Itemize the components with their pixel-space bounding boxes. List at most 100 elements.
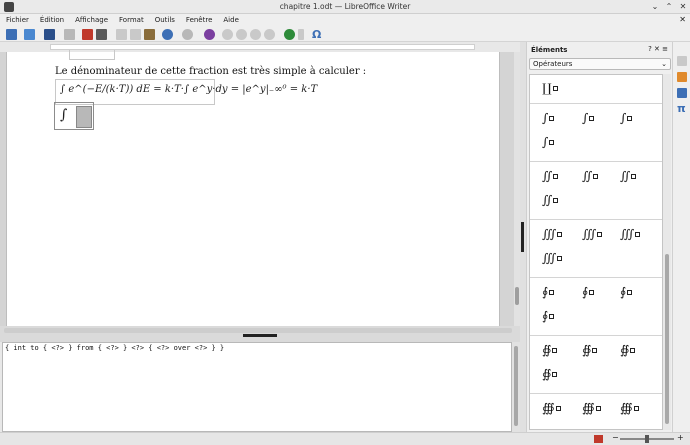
document-scroll-thumb[interactable]	[515, 287, 519, 305]
sidebar-deck: π	[672, 42, 690, 432]
email-icon[interactable]	[64, 29, 75, 40]
elements-sidebar: Éléments ? ✕ ≡ Opérateurs ⌄ ∐ ∫ ∫ ∫ ∫ ∬ ∬ ∬ ∬ ∭ ∭ ∭…	[526, 42, 672, 432]
standard-toolbar: Ω	[0, 27, 690, 42]
new-icon[interactable]	[6, 29, 17, 40]
close-window-icon[interactable]: ✕	[678, 2, 688, 12]
elements-deck-icon[interactable]: π	[677, 103, 687, 114]
double-integral-lower-icon[interactable]: ∬	[620, 169, 637, 183]
zoom-fit-icon[interactable]	[264, 29, 275, 40]
previous-formula-fragment[interactable]	[69, 50, 115, 60]
placeholder-box-icon	[557, 232, 563, 237]
maximize-icon[interactable]: ⌃	[664, 2, 674, 12]
integral-icon[interactable]: ∫	[542, 111, 555, 125]
styles-deck-icon[interactable]	[677, 72, 687, 82]
undo-icon[interactable]	[162, 29, 173, 40]
double-integral-icon[interactable]: ∬	[542, 169, 559, 183]
elements-list[interactable]: ∐ ∫ ∫ ∫ ∫ ∬ ∬ ∬ ∬ ∭ ∭ ∭ ∭ ∮ ∮ ∮ ∮ ∯ ∯ ∯ ∯ ∰ ∰ ∰	[529, 74, 663, 430]
refresh-icon[interactable]	[284, 29, 295, 40]
zoom-100-icon[interactable]	[250, 29, 261, 40]
document-horizontal-scrollbar[interactable]	[4, 328, 512, 333]
menu-format[interactable]: Format	[113, 14, 149, 24]
contour-integral-lower-icon[interactable]: ∮	[620, 285, 633, 299]
active-formula-object[interactable]: ∫	[54, 102, 94, 130]
copy-icon[interactable]	[130, 29, 141, 40]
zoom-slider-knob[interactable]	[645, 435, 649, 443]
help-icon[interactable]	[204, 29, 215, 40]
elements-section-divider	[530, 161, 662, 162]
contour-integral-icon[interactable]: ∮	[542, 285, 555, 299]
surface-integral-upper-icon[interactable]: ∯	[582, 343, 598, 357]
contour-integral-upper-icon[interactable]: ∮	[582, 285, 595, 299]
placeholder-box-icon	[549, 116, 555, 121]
open-icon[interactable]	[24, 29, 35, 40]
properties-deck-icon[interactable]	[677, 56, 687, 66]
formula-command-editor[interactable]: { int to { <?> } from { <?> } <?> { <?> …	[2, 342, 512, 432]
command-scroll-thumb[interactable]	[514, 346, 518, 426]
category-select[interactable]: Opérateurs ⌄	[529, 58, 671, 70]
triple-integral-from-to-icon[interactable]: ∭	[542, 251, 563, 265]
zoom-out-status-icon[interactable]: −	[612, 433, 619, 442]
triple-integral-upper-icon[interactable]: ∭	[582, 227, 603, 241]
placeholder-box-icon	[589, 290, 595, 295]
command-text[interactable]: { int to { <?> } from { <?> } <?> { <?> …	[5, 344, 224, 352]
editor-splitter[interactable]	[0, 326, 520, 342]
volume-integral-upper-icon[interactable]: ∰	[582, 401, 601, 415]
placeholder-box-icon	[549, 140, 555, 145]
menu-outils[interactable]: Outils	[149, 14, 180, 24]
zoom-in-status-icon[interactable]: +	[677, 433, 684, 442]
placeholder-fraction[interactable]	[76, 106, 92, 128]
menu-edition[interactable]: Édition	[34, 14, 69, 24]
print-icon[interactable]	[96, 29, 107, 40]
gallery-deck-icon[interactable]	[677, 88, 687, 98]
integral-from-to-icon[interactable]: ∫	[542, 135, 555, 149]
placeholder-box-icon	[589, 116, 595, 121]
integral-upper-icon[interactable]: ∫	[582, 111, 595, 125]
volume-integral-icon[interactable]: ∰	[542, 401, 561, 415]
placeholder-box-icon	[597, 232, 603, 237]
placeholder-box-icon	[557, 256, 563, 261]
coproduct-icon[interactable]: ∐	[542, 81, 558, 95]
placeholder-box-icon	[627, 290, 633, 295]
document-page[interactable]: Le dénominateur de cette fraction est tr…	[6, 50, 500, 326]
sidebar-collapse-grip[interactable]	[521, 222, 524, 252]
command-editor-scrollbar[interactable]	[512, 342, 520, 432]
surface-integral-from-to-icon[interactable]: ∯	[542, 367, 558, 381]
zoom-in-icon[interactable]	[222, 29, 233, 40]
save-icon[interactable]	[44, 29, 55, 40]
placeholder-box-icon	[549, 314, 555, 319]
integral-symbol-icon: ∫	[60, 107, 68, 123]
elements-scrollbar[interactable]	[663, 74, 671, 430]
document-modified-icon[interactable]	[594, 435, 603, 443]
integral-lower-icon[interactable]: ∫	[620, 111, 633, 125]
menu-fenetre[interactable]: Fenêtre	[180, 14, 217, 24]
close-document-icon[interactable]: ✕	[679, 15, 686, 24]
menu-affichage[interactable]: Affichage	[69, 14, 113, 24]
menu-aide[interactable]: Aide	[217, 14, 243, 24]
redo-icon[interactable]	[182, 29, 193, 40]
surface-integral-lower-icon[interactable]: ∯	[620, 343, 636, 357]
pdf-icon[interactable]	[82, 29, 93, 40]
zoom-out-icon[interactable]	[236, 29, 247, 40]
triple-integral-lower-icon[interactable]: ∭	[620, 227, 641, 241]
minimize-icon[interactable]: ⌄	[650, 2, 660, 12]
element-symbol: ∰	[582, 401, 595, 415]
elements-scroll-thumb[interactable]	[665, 254, 669, 424]
double-integral-upper-icon[interactable]: ∬	[582, 169, 599, 183]
triple-integral-icon[interactable]: ∭	[542, 227, 563, 241]
element-symbol: ∬	[620, 169, 631, 183]
element-symbol: ∭	[582, 227, 597, 241]
element-symbol: ∫	[620, 111, 627, 125]
special-char-icon[interactable]: Ω	[312, 29, 323, 40]
sidebar-header-buttons[interactable]: ? ✕ ≡	[648, 45, 668, 53]
cursor-icon[interactable]	[298, 29, 304, 40]
menu-fichier[interactable]: Fichier	[0, 14, 34, 24]
surface-integral-icon[interactable]: ∯	[542, 343, 558, 357]
contour-integral-from-to-icon[interactable]: ∮	[542, 309, 555, 323]
splitter-grip[interactable]	[243, 334, 277, 337]
volume-integral-lower-icon[interactable]: ∰	[620, 401, 639, 415]
paragraph-text[interactable]: Le dénominateur de cette fraction est tr…	[55, 66, 366, 77]
cut-icon[interactable]	[116, 29, 127, 40]
paste-icon[interactable]	[144, 29, 155, 40]
placeholder-box-icon	[549, 290, 555, 295]
double-integral-from-to-icon[interactable]: ∬	[542, 193, 559, 207]
